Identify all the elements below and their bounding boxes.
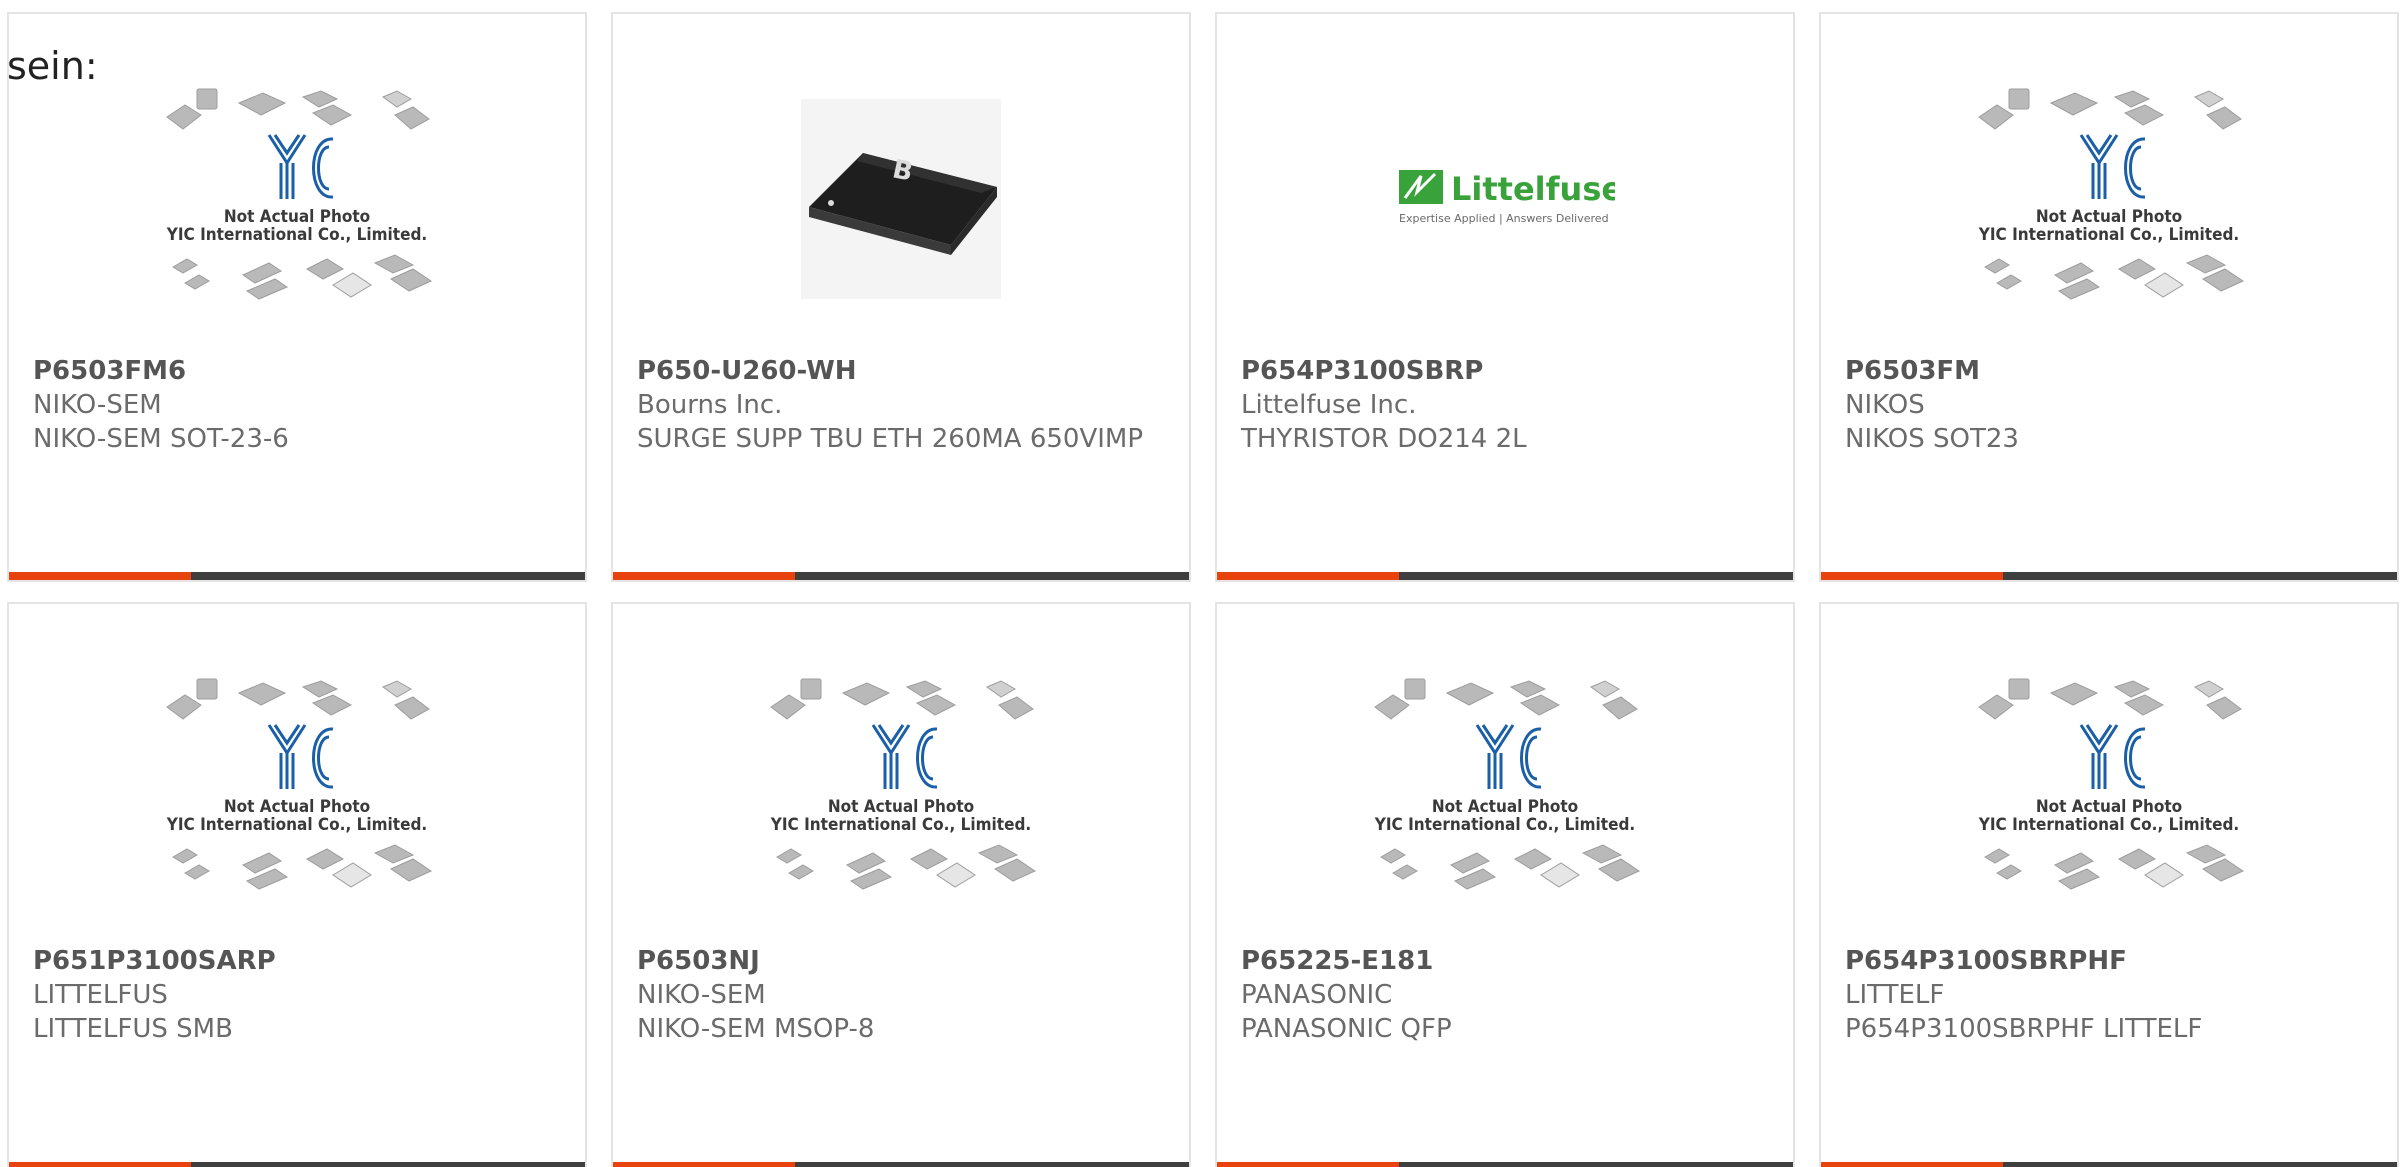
placeholder-caption-2: YIC International Co., Limited.: [166, 225, 427, 245]
part-number[interactable]: P65225-E181: [1241, 944, 1769, 978]
product-image[interactable]: B: [613, 84, 1189, 314]
product-card[interactable]: B P650-U260-WH Bourns Inc. SURGE SUPP TB…: [611, 12, 1191, 582]
product-info: P654P3100SBRPHF LITTELF P654P3100SBRPHF …: [1845, 944, 2373, 1046]
card-accent-bar: [1821, 1162, 2003, 1167]
placeholder-caption-2: YIC International Co., Limited.: [1978, 225, 2239, 245]
product-image[interactable]: Not Actual Photo YIC International Co., …: [1217, 674, 1793, 904]
placeholder-caption-1: Not Actual Photo: [224, 797, 370, 817]
product-info: P65225-E181 PANASONIC PANASONIC QFP: [1241, 944, 1769, 1046]
product-info: P6503FM6 NIKO-SEM NIKO-SEM SOT-23-6: [33, 354, 561, 456]
manufacturer: Bourns Inc.: [637, 390, 783, 420]
product-image[interactable]: Littelfuse Expertise Applied | Answers D…: [1217, 84, 1793, 314]
part-number[interactable]: P650-U260-WH: [637, 354, 1165, 388]
card-accent-bar: [613, 1162, 795, 1167]
product-info: P650-U260-WH Bourns Inc. SURGE SUPP TBU …: [637, 354, 1165, 456]
placeholder-caption-1: Not Actual Photo: [2036, 797, 2182, 817]
manufacturer: NIKOS: [1845, 390, 1925, 420]
littelfuse-logo-image: Littelfuse Expertise Applied | Answers D…: [1399, 170, 1615, 225]
yic-placeholder-image: Not Actual Photo YIC International Co., …: [166, 88, 433, 300]
card-bottom-bar: [1217, 572, 1793, 580]
placeholder-caption-2: YIC International Co., Limited.: [1374, 815, 1635, 835]
description: PANASONIC QFP: [1241, 1014, 1452, 1044]
card-bottom-bar: [613, 572, 1189, 580]
placeholder-caption-2: YIC International Co., Limited.: [1978, 815, 2239, 835]
placeholder-caption-2: YIC International Co., Limited.: [166, 815, 427, 835]
manufacturer: Littelfuse Inc.: [1241, 390, 1417, 420]
card-accent-bar: [1217, 1162, 1399, 1167]
product-card[interactable]: Not Actual Photo YIC International Co., …: [1819, 12, 2399, 582]
part-number[interactable]: P651P3100SARP: [33, 944, 561, 978]
card-accent-bar: [9, 1162, 191, 1167]
product-card[interactable]: Not Actual Photo YIC International Co., …: [7, 602, 587, 1167]
card-bottom-bar: [613, 1162, 1189, 1167]
part-number[interactable]: P6503FM6: [33, 354, 561, 388]
card-accent-bar: [1821, 572, 2003, 580]
yic-placeholder-image: Not Actual Photo YIC International Co., …: [1374, 678, 1641, 890]
description: P654P3100SBRPHF LITTELF: [1845, 1014, 2203, 1044]
bourns-chip-photo: B: [801, 99, 1001, 299]
prefix-text: sein:: [7, 44, 98, 88]
yic-placeholder-image: Not Actual Photo YIC International Co., …: [1978, 88, 2245, 300]
card-bottom-bar: [1821, 1162, 2397, 1167]
card-accent-bar: [9, 572, 191, 580]
product-info: P6503FM NIKOS NIKOS SOT23: [1845, 354, 2373, 456]
manufacturer: LITTELFUS: [33, 980, 168, 1010]
placeholder-caption-2: YIC International Co., Limited.: [770, 815, 1031, 835]
littelfuse-tagline: Expertise Applied | Answers Delivered: [1399, 212, 1609, 225]
part-number[interactable]: P654P3100SBRPHF: [1845, 944, 2373, 978]
yic-placeholder-image: Not Actual Photo YIC International Co., …: [166, 678, 433, 890]
placeholder-caption-1: Not Actual Photo: [828, 797, 974, 817]
card-bottom-bar: [1217, 1162, 1793, 1167]
yic-placeholder-image: Not Actual Photo YIC International Co., …: [1978, 678, 2245, 890]
description: NIKOS SOT23: [1845, 424, 2019, 454]
product-image[interactable]: Not Actual Photo YIC International Co., …: [9, 674, 585, 904]
placeholder-caption-1: Not Actual Photo: [224, 207, 370, 227]
manufacturer: PANASONIC: [1241, 980, 1393, 1010]
description: LITTELFUS SMB: [33, 1014, 233, 1044]
card-accent-bar: [613, 572, 795, 580]
product-card[interactable]: Not Actual Photo YIC International Co., …: [1819, 602, 2399, 1167]
product-card[interactable]: Littelfuse Expertise Applied | Answers D…: [1215, 12, 1795, 582]
part-number[interactable]: P654P3100SBRP: [1241, 354, 1769, 388]
manufacturer: LITTELF: [1845, 980, 1945, 1010]
card-bottom-bar: [9, 1162, 585, 1167]
product-image[interactable]: Not Actual Photo YIC International Co., …: [1821, 674, 2397, 904]
description: SURGE SUPP TBU ETH 260MA 650VIMP: [637, 424, 1144, 454]
product-grid-page: sein: Not Actual Photo YIC International…: [0, 0, 2400, 1167]
product-image[interactable]: Not Actual Photo YIC International Co., …: [613, 674, 1189, 904]
placeholder-caption-1: Not Actual Photo: [1432, 797, 1578, 817]
product-info: P651P3100SARP LITTELFUS LITTELFUS SMB: [33, 944, 561, 1046]
card-accent-bar: [1217, 572, 1399, 580]
product-grid: Not Actual Photo YIC International Co., …: [7, 12, 2399, 1167]
littelfuse-brand: Littelfuse: [1451, 170, 1615, 208]
product-card[interactable]: Not Actual Photo YIC International Co., …: [1215, 602, 1795, 1167]
product-info: P6503NJ NIKO-SEM NIKO-SEM MSOP-8: [637, 944, 1165, 1046]
part-number[interactable]: P6503NJ: [637, 944, 1165, 978]
card-bottom-bar: [1821, 572, 2397, 580]
manufacturer: NIKO-SEM: [637, 980, 766, 1010]
card-bottom-bar: [9, 572, 585, 580]
description: NIKO-SEM MSOP-8: [637, 1014, 875, 1044]
product-card[interactable]: Not Actual Photo YIC International Co., …: [7, 12, 587, 582]
product-info: P654P3100SBRP Littelfuse Inc. THYRISTOR …: [1241, 354, 1769, 456]
product-card[interactable]: Not Actual Photo YIC International Co., …: [611, 602, 1191, 1167]
description: THYRISTOR DO214 2L: [1241, 424, 1527, 454]
placeholder-caption-1: Not Actual Photo: [2036, 207, 2182, 227]
manufacturer: NIKO-SEM: [33, 390, 162, 420]
product-image[interactable]: Not Actual Photo YIC International Co., …: [1821, 84, 2397, 314]
yic-placeholder-image: Not Actual Photo YIC International Co., …: [770, 678, 1037, 890]
product-image[interactable]: Not Actual Photo YIC International Co., …: [9, 84, 585, 314]
description: NIKO-SEM SOT-23-6: [33, 424, 289, 454]
part-number[interactable]: P6503FM: [1845, 354, 2373, 388]
